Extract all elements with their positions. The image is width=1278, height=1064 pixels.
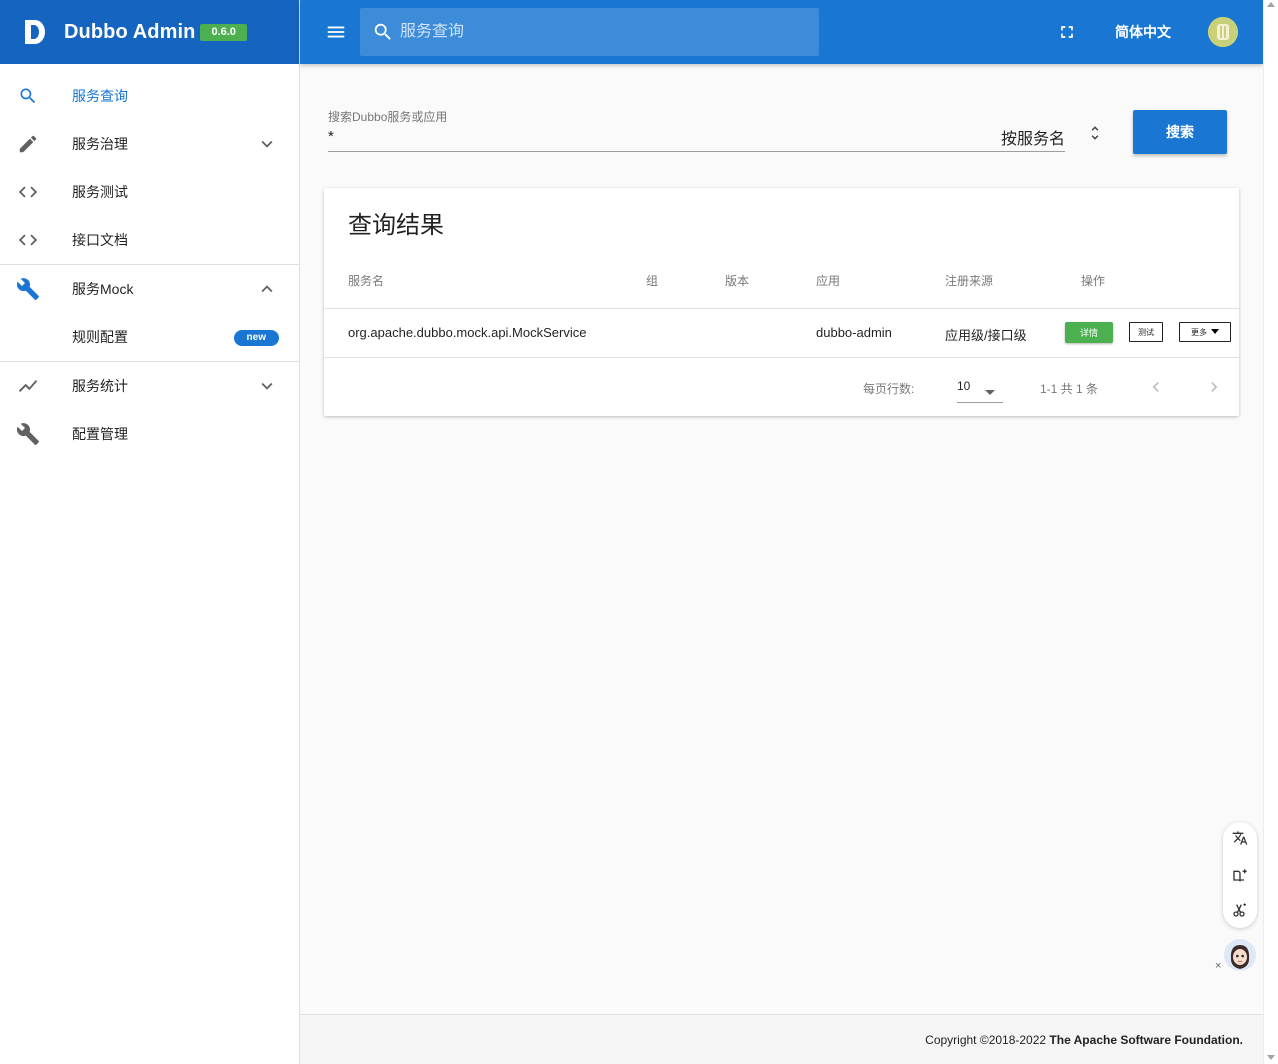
sidebar-item-label: 规则配置 [72,329,128,345]
column-header-app[interactable]: 应用 [816,272,840,289]
sidebar-item-label: 服务测试 [72,184,128,200]
test-button[interactable]: 测试 [1129,322,1163,342]
language-selector[interactable]: 简体中文 [1115,22,1171,42]
wrench-icon [16,422,40,446]
service-search-field[interactable]: 搜索Dubbo服务或应用 * 按服务名 [328,106,1065,152]
search-type-value[interactable]: 按服务名 [1001,125,1065,149]
wrench-icon [16,277,40,301]
results-title: 查询结果 [348,212,444,239]
sidebar-item-label: 服务统计 [72,378,128,394]
column-header-actions: 操作 [1081,274,1106,288]
search-button[interactable]: 搜索 [1133,110,1227,154]
new-badge: new [233,330,279,346]
copyright-text: Copyright ©2018-2022 The Apache Software… [925,1033,1243,1047]
dubbo-logo-icon [24,19,46,45]
rows-per-page-value: 10 [957,379,971,393]
search-field-label: 搜索Dubbo服务或应用 [328,110,448,124]
column-header-service[interactable]: 服务名 [348,272,384,289]
header-divider [324,308,1239,309]
copyright-prefix: Copyright ©2018-2022 [925,1033,1047,1047]
avatar[interactable] [1208,17,1238,47]
unfold-more-icon[interactable] [1085,121,1105,145]
copyright-org: The Apache Software Foundation. [1049,1033,1243,1047]
code-icon [16,228,40,252]
sidebar-item-label: 接口文档 [72,232,128,248]
book-add-icon[interactable] [1230,866,1250,886]
scissors-icon[interactable] [1230,900,1250,920]
chevron-left-icon[interactable] [1144,375,1168,399]
column-header-source[interactable]: 注册来源 [945,272,993,289]
chevron-down-icon[interactable] [255,374,279,398]
sidebar-item-service-stats[interactable]: 服务统计 [0,362,299,410]
close-icon[interactable]: × [1215,960,1221,972]
cell-app: dubbo-admin [816,325,892,340]
global-search[interactable] [360,8,819,56]
brand-header[interactable]: Dubbo Admin 0.6.0 [0,0,299,64]
top-app-bar: 简体中文 [300,0,1263,64]
translate-icon[interactable] [1230,828,1250,848]
sidebar-item-label: 服务查询 [72,88,128,104]
global-search-input[interactable] [400,23,800,41]
version-badge: 0.6.0 [200,23,247,41]
sidebar-item-label: 服务Mock [72,281,134,297]
sidebar-item-config-management[interactable]: 配置管理 [0,410,299,458]
chevron-right-icon[interactable] [1202,375,1226,399]
sidebar-item-service-search[interactable]: 服务查询 [0,72,299,120]
pencil-icon [16,132,40,156]
caret-down-icon [985,383,995,401]
fullscreen-icon[interactable] [1055,20,1079,44]
cell-source: 应用级/接口级 [945,328,1027,343]
more-button[interactable]: 更多 [1179,322,1231,342]
trending-up-icon [16,374,40,398]
sidebar-item-rule-config[interactable]: 规则配置 new [0,313,299,361]
code-icon [16,180,40,204]
search-field-value[interactable]: * [328,128,334,145]
sidebar-item-service-governance[interactable]: 服务治理 [0,120,299,168]
pagination-range: 1-1 共 1 条 [1040,382,1099,396]
sidebar-item-service-mock[interactable]: 服务Mock [0,265,299,313]
chevron-up-icon[interactable] [255,277,279,301]
chevron-down-icon[interactable] [255,132,279,156]
column-header-group[interactable]: 组 [646,272,658,289]
floating-toolbar [1223,822,1257,928]
sidebar: Dubbo Admin 0.6.0 服务查询 服务治理 服务测试 接口文档 服务… [0,0,300,1064]
search-icon [16,84,40,108]
cell-service-name: org.apache.dubbo.mock.api.MockService [348,325,587,340]
vertical-scrollbar[interactable] [1263,0,1278,1064]
assistant-avatar-icon[interactable] [1224,939,1256,971]
detail-button[interactable]: 详情 [1065,322,1113,343]
sidebar-item-api-docs[interactable]: 接口文档 [0,216,299,264]
search-icon [372,21,394,43]
more-label: 更多 [1191,327,1207,337]
caret-down-icon [1211,329,1219,334]
rows-per-page-select[interactable]: 10 [957,374,1003,403]
column-header-version[interactable]: 版本 [725,272,749,289]
scroll-down-icon[interactable] [1267,1055,1275,1060]
results-card: 查询结果 服务名 组 版本 应用 注册来源 操作 org.apache.dubb… [324,188,1239,416]
sidebar-item-label: 服务治理 [72,136,128,152]
sidebar-item-label: 配置管理 [72,426,128,442]
footer: Copyright ©2018-2022 The Apache Software… [300,1014,1263,1064]
rows-per-page-label: 每页行数: [863,382,915,396]
row-divider [324,357,1239,358]
scroll-up-icon[interactable] [1267,2,1275,7]
menu-icon[interactable] [324,20,348,44]
sidebar-item-service-test[interactable]: 服务测试 [0,168,299,216]
brand-title: Dubbo Admin [64,20,196,43]
